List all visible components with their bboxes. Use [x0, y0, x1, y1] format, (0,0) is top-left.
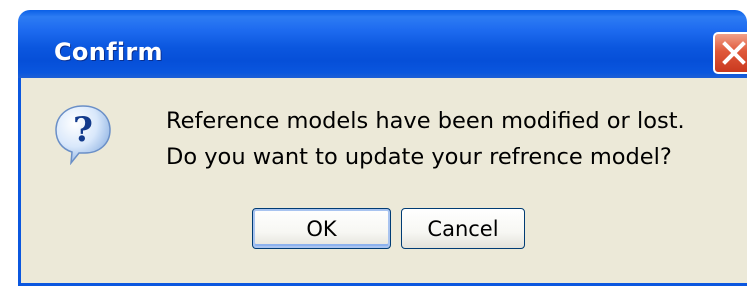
cancel-button[interactable]: Cancel [401, 208, 525, 249]
question-icon: ? [55, 105, 111, 165]
message-line-2: Do you want to update your refrence mode… [166, 144, 672, 170]
close-icon [722, 41, 746, 65]
message-line-1: Reference models have been modified or l… [166, 108, 685, 134]
dialog-title: Confirm [54, 38, 163, 66]
svg-text:?: ? [73, 110, 93, 150]
title-bar[interactable]: Confirm [18, 10, 747, 78]
confirm-dialog: Confirm ? Reference models have been mod… [0, 0, 747, 291]
close-button[interactable] [713, 32, 747, 74]
dialog-body: ? Reference models have been modified or… [18, 78, 747, 286]
ok-button[interactable]: OK [252, 208, 391, 249]
message-text: Reference models have been modified or l… [166, 103, 685, 175]
